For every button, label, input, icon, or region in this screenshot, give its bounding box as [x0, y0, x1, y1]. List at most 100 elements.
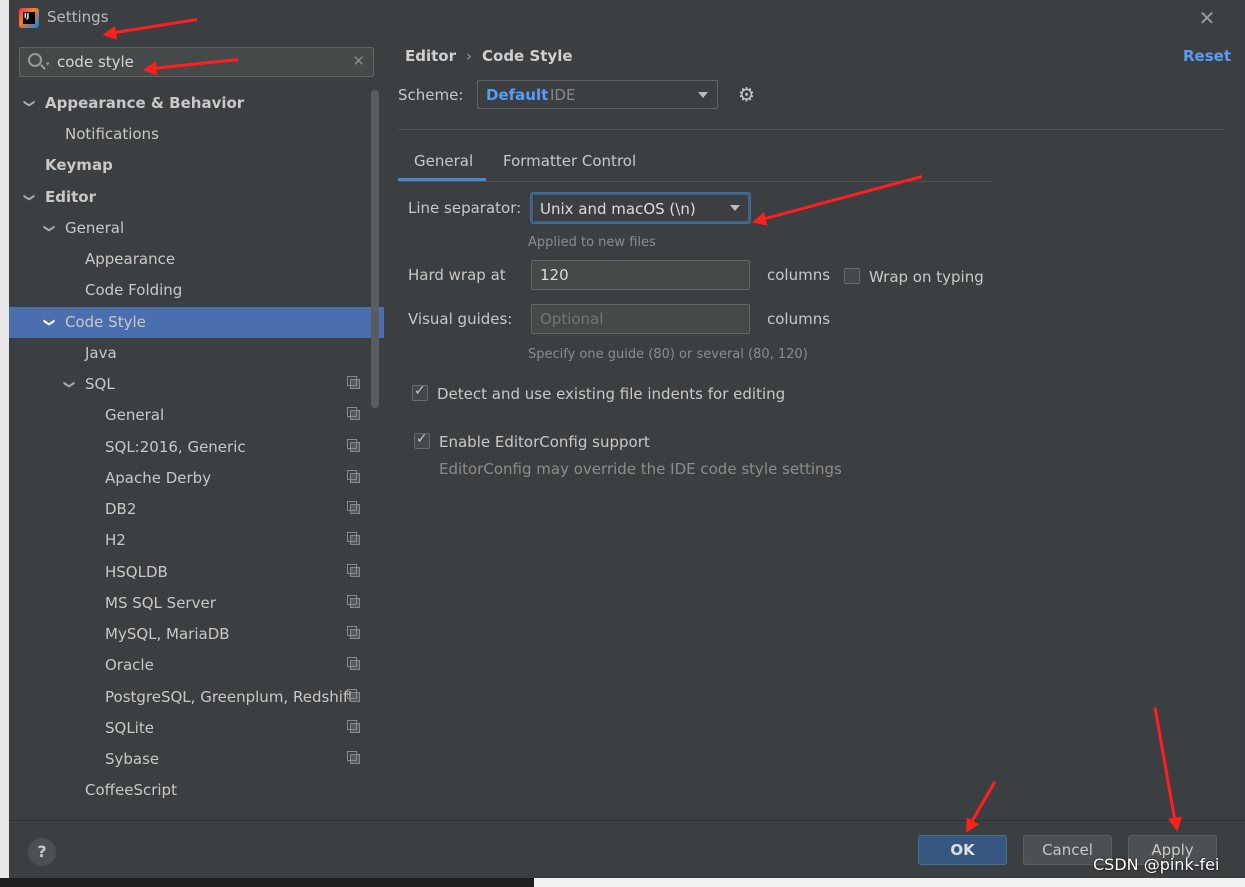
- copy-icon: [347, 595, 360, 608]
- hard-wrap-label: Hard wrap at: [408, 266, 506, 284]
- chevron-down-icon[interactable]: ❯: [14, 193, 45, 202]
- sidebar-item-label: DB2: [105, 500, 137, 518]
- sidebar-item-label: MS SQL Server: [105, 594, 216, 612]
- line-separator-dropdown[interactable]: Unix and macOS (\n): [531, 193, 750, 223]
- background-window-edge: [0, 878, 534, 887]
- copy-icon: [347, 470, 360, 483]
- sidebar-item-notifications[interactable]: Notifications: [9, 119, 384, 150]
- chevron-down-icon: [730, 205, 740, 211]
- sidebar-item-label: Appearance & Behavior: [45, 94, 245, 112]
- copy-icon: [347, 532, 360, 545]
- scheme-dropdown[interactable]: Default IDE: [477, 80, 718, 109]
- chevron-down-icon: [698, 92, 708, 98]
- sidebar-item-label: General: [105, 406, 165, 424]
- sidebar-item-label: PostgreSQL, Greenplum, Redshift: [105, 688, 354, 706]
- scheme-kind: IDE: [550, 86, 576, 104]
- sidebar-item-label: HSQLDB: [105, 563, 168, 581]
- sidebar-item-label: SQL:2016, Generic: [105, 438, 246, 456]
- sidebar-scrollbar[interactable]: [371, 90, 379, 408]
- sidebar-item-general[interactable]: ❯ General: [9, 213, 384, 244]
- breadcrumb-separator: ›: [466, 47, 472, 65]
- sidebar-item-label: Code Style: [65, 313, 146, 331]
- sidebar-item-code-folding[interactable]: Code Folding: [9, 275, 384, 306]
- tab-formatter-control[interactable]: Formatter Control: [503, 147, 636, 181]
- sidebar-item-code-style[interactable]: ❯ Code Style: [9, 307, 384, 338]
- sidebar-item-sqlite[interactable]: SQLite: [9, 713, 384, 744]
- sidebar-item-label: General: [65, 219, 125, 237]
- sidebar-item-coffeescript[interactable]: CoffeeScript: [9, 775, 384, 806]
- line-separator-hint: Applied to new files: [528, 235, 656, 250]
- editorconfig-checkbox[interactable]: [414, 431, 430, 449]
- copy-icon: [347, 501, 360, 514]
- visual-guides-input[interactable]: [531, 304, 750, 334]
- sidebar-item-label: H2: [105, 531, 126, 549]
- line-separator-value: Unix and macOS (\n): [540, 200, 696, 218]
- sidebar-item-postgresql-greenplum-redshift[interactable]: PostgreSQL, Greenplum, Redshift: [9, 682, 384, 713]
- chevron-down-icon[interactable]: ❯: [54, 380, 85, 389]
- search-icon: [28, 53, 42, 67]
- sidebar-item-general[interactable]: General: [9, 400, 384, 431]
- sidebar-item-label: MySQL, MariaDB: [105, 625, 230, 643]
- scheme-label: Scheme:: [398, 86, 464, 104]
- breadcrumb-code-style: Code Style: [482, 47, 573, 65]
- hard-wrap-input[interactable]: [531, 260, 750, 290]
- chevron-down-icon[interactable]: ❯: [34, 224, 65, 233]
- visual-guides-columns-label: columns: [767, 310, 831, 328]
- background-window-edge: [0, 0, 9, 887]
- watermark: CSDN @pink-fei: [1093, 855, 1220, 874]
- chevron-down-icon[interactable]: ❯: [34, 318, 65, 327]
- gear-icon[interactable]: ⚙: [738, 85, 758, 105]
- editorconfig-hint: EditorConfig may override the IDE code s…: [439, 460, 842, 478]
- sidebar-item-label: Oracle: [105, 656, 154, 674]
- sidebar-item-h2[interactable]: H2: [9, 525, 384, 556]
- sidebar-item-sybase[interactable]: Sybase: [9, 744, 384, 775]
- search-history-dropdown-icon[interactable]: ▾: [46, 60, 50, 68]
- copy-icon: [347, 439, 360, 452]
- sidebar-item-appearance-behavior[interactable]: ❯ Appearance & Behavior: [9, 88, 384, 119]
- copy-icon: [347, 376, 360, 389]
- sidebar-item-apache-derby[interactable]: Apache Derby: [9, 463, 384, 494]
- help-button[interactable]: ?: [28, 838, 56, 866]
- code-style-panel: Editor › Code Style Reset Scheme: Default …: [384, 38, 1245, 820]
- detect-indents-checkbox[interactable]: [412, 383, 428, 401]
- editorconfig-label[interactable]: Enable EditorConfig support: [439, 433, 650, 451]
- copy-icon: [347, 564, 360, 577]
- sidebar-item-ms-sql-server[interactable]: MS SQL Server: [9, 588, 384, 619]
- copy-icon: [347, 720, 360, 733]
- wrap-on-typing-checkbox[interactable]: [844, 268, 860, 284]
- copy-icon: [347, 626, 360, 639]
- breadcrumb: Editor › Code Style: [405, 47, 573, 65]
- detect-indents-label[interactable]: Detect and use existing file indents for…: [437, 385, 785, 403]
- divider: [398, 129, 1225, 130]
- sidebar-item-mysql-mariadb[interactable]: MySQL, MariaDB: [9, 619, 384, 650]
- sidebar-item-db2[interactable]: DB2: [9, 494, 384, 525]
- clear-search-icon[interactable]: ✕: [352, 52, 365, 70]
- close-icon[interactable]: ✕: [1195, 6, 1219, 30]
- sidebar-item-label: Appearance: [85, 250, 176, 268]
- sidebar-item-label: Keymap: [45, 156, 113, 174]
- sidebar-item-sql[interactable]: ❯ SQL: [9, 369, 384, 400]
- line-separator-label: Line separator:: [408, 199, 522, 217]
- wrap-on-typing-label[interactable]: Wrap on typing: [869, 268, 984, 286]
- sidebar-item-java[interactable]: Java: [9, 338, 384, 369]
- sidebar-item-label: Code Folding: [85, 281, 183, 299]
- copy-icon: [347, 751, 360, 764]
- sidebar-item-label: Sybase: [105, 750, 160, 768]
- scheme-name: Default: [486, 86, 549, 104]
- sidebar-item-editor[interactable]: ❯ Editor: [9, 182, 384, 213]
- sidebar-item-sql-2016-generic[interactable]: SQL:2016, Generic: [9, 432, 384, 463]
- sidebar-item-keymap[interactable]: Keymap: [9, 150, 384, 181]
- reset-link[interactable]: Reset: [1183, 47, 1231, 65]
- sidebar-item-label: SQL: [85, 375, 115, 393]
- sidebar-item-oracle[interactable]: Oracle: [9, 650, 384, 681]
- sidebar-item-label: CoffeeScript: [85, 781, 177, 799]
- hard-wrap-columns-label: columns: [767, 266, 831, 284]
- tab-general[interactable]: General: [398, 147, 486, 181]
- chevron-down-icon[interactable]: ❯: [14, 99, 45, 108]
- sidebar-item-hsqldb[interactable]: HSQLDB: [9, 557, 384, 588]
- visual-guides-hint: Specify one guide (80) or several (80, 1…: [528, 347, 808, 362]
- breadcrumb-editor[interactable]: Editor: [405, 47, 456, 65]
- ok-button[interactable]: OK: [918, 835, 1007, 865]
- sidebar-item-label: SQLite: [105, 719, 154, 737]
- sidebar-item-appearance[interactable]: Appearance: [9, 244, 384, 275]
